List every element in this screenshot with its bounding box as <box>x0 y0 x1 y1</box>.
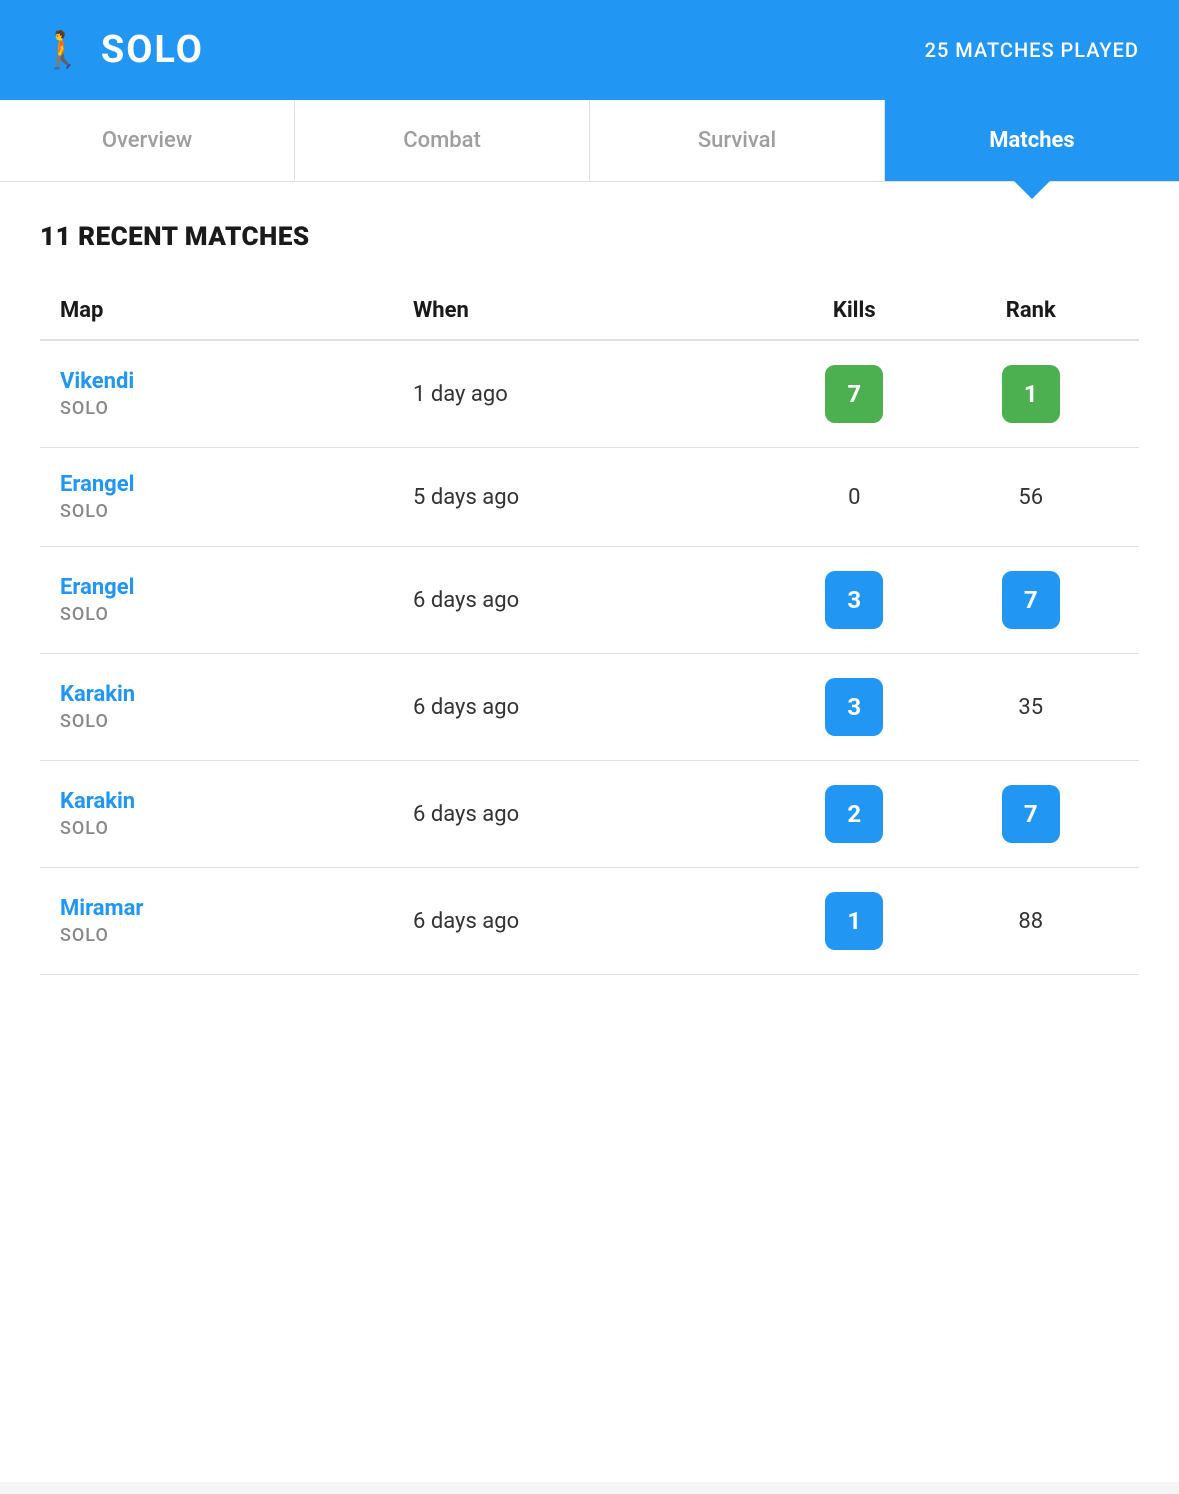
col-header-when: When <box>413 298 766 323</box>
tab-matches[interactable]: Matches <box>885 100 1179 181</box>
solo-icon: 🚶 <box>40 29 85 71</box>
rank-cell: 7 <box>943 785 1120 843</box>
tabs: Overview Combat Survival Matches <box>0 100 1179 182</box>
table-row: Erangel SOLO 5 days ago 0 56 <box>40 448 1139 547</box>
rank-badge: 7 <box>1002 785 1060 843</box>
col-header-rank: Rank <box>943 298 1120 323</box>
table-row: Karakin SOLO 6 days ago 2 7 <box>40 761 1139 868</box>
col-header-kills: Kills <box>766 298 943 323</box>
rank-cell: 35 <box>943 695 1120 720</box>
rank-cell: 1 <box>943 365 1120 423</box>
kills-badge: 7 <box>825 365 883 423</box>
when-text: 6 days ago <box>413 909 766 934</box>
map-info: Miramar SOLO <box>60 896 413 946</box>
table-row: Vikendi SOLO 1 day ago 7 1 <box>40 341 1139 448</box>
map-name[interactable]: Karakin <box>60 682 413 707</box>
when-text: 6 days ago <box>413 695 766 720</box>
kills-badge: 1 <box>825 892 883 950</box>
map-mode: SOLO <box>60 398 413 419</box>
kills-value: 0 <box>848 485 860 510</box>
map-info: Erangel SOLO <box>60 472 413 522</box>
kills-badge: 3 <box>825 571 883 629</box>
kills-badge: 2 <box>825 785 883 843</box>
map-name[interactable]: Karakin <box>60 789 413 814</box>
table-row: Erangel SOLO 6 days ago 3 7 <box>40 547 1139 654</box>
matches-table: Map When Kills Rank Vikendi SOLO 1 day a… <box>40 282 1139 975</box>
rank-value: 35 <box>1018 695 1043 720</box>
map-mode: SOLO <box>60 604 413 625</box>
table-row: Karakin SOLO 6 days ago 3 35 <box>40 654 1139 761</box>
kills-cell: 7 <box>766 365 943 423</box>
kills-badge: 3 <box>825 678 883 736</box>
rank-cell: 88 <box>943 909 1120 934</box>
when-text: 1 day ago <box>413 382 766 407</box>
map-name[interactable]: Vikendi <box>60 369 413 394</box>
tab-survival[interactable]: Survival <box>590 100 885 181</box>
col-header-map: Map <box>60 298 413 323</box>
header-title: SOLO <box>101 28 204 72</box>
tab-combat[interactable]: Combat <box>295 100 590 181</box>
rank-badge: 1 <box>1002 365 1060 423</box>
map-mode: SOLO <box>60 925 413 946</box>
kills-cell: 1 <box>766 892 943 950</box>
map-mode: SOLO <box>60 501 413 522</box>
kills-cell: 3 <box>766 678 943 736</box>
map-mode: SOLO <box>60 711 413 732</box>
map-info: Vikendi SOLO <box>60 369 413 419</box>
kills-cell: 0 <box>766 485 943 510</box>
table-row: Miramar SOLO 6 days ago 1 88 <box>40 868 1139 975</box>
main-content: 11 RECENT MATCHES Map When Kills Rank Vi… <box>0 182 1179 1482</box>
map-info: Erangel SOLO <box>60 575 413 625</box>
rank-cell: 56 <box>943 485 1120 510</box>
map-mode: SOLO <box>60 818 413 839</box>
map-name[interactable]: Erangel <box>60 472 413 497</box>
when-text: 6 days ago <box>413 802 766 827</box>
kills-cell: 2 <box>766 785 943 843</box>
table-header: Map When Kills Rank <box>40 282 1139 341</box>
map-info: Karakin SOLO <box>60 789 413 839</box>
header: 🚶 SOLO 25 MATCHES PLAYED <box>0 0 1179 100</box>
map-info: Karakin SOLO <box>60 682 413 732</box>
map-name[interactable]: Miramar <box>60 896 413 921</box>
map-name[interactable]: Erangel <box>60 575 413 600</box>
rank-cell: 7 <box>943 571 1120 629</box>
section-title: 11 RECENT MATCHES <box>40 222 1139 252</box>
rank-badge: 7 <box>1002 571 1060 629</box>
tab-overview[interactable]: Overview <box>0 100 295 181</box>
rank-value: 56 <box>1018 485 1043 510</box>
matches-played: 25 MATCHES PLAYED <box>925 38 1139 62</box>
when-text: 5 days ago <box>413 485 766 510</box>
header-left: 🚶 SOLO <box>40 28 204 72</box>
when-text: 6 days ago <box>413 588 766 613</box>
rank-value: 88 <box>1018 909 1043 934</box>
kills-cell: 3 <box>766 571 943 629</box>
